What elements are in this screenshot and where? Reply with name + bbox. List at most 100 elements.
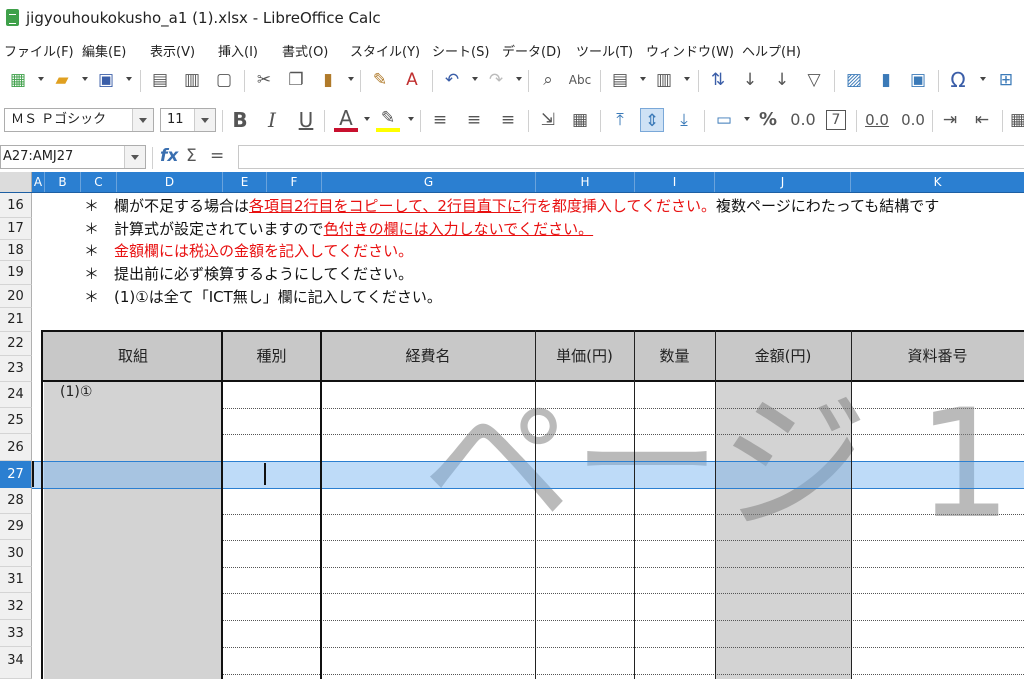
row-header-29[interactable]: 29 [0,514,32,540]
menu-styles[interactable]: スタイル(Y) [350,41,420,60]
add-decimal-button[interactable]: 0.0 [862,108,892,132]
row-header-32[interactable]: 32 [0,593,32,620]
align-left-icon[interactable]: ≡ [428,108,452,132]
redo-dropdown-icon[interactable] [516,77,522,81]
menu-format[interactable]: 書式(O) [282,41,328,60]
column-header-h[interactable]: H [536,172,635,192]
menu-window[interactable]: ウィンドウ(W) [646,41,734,60]
redo-icon[interactable]: ↷ [484,68,508,92]
date-format-button[interactable]: 7 [826,110,846,130]
column-icon[interactable]: ▥ [652,68,676,92]
select-all-corner[interactable] [0,172,32,192]
clear-formatting-icon[interactable]: A [400,68,424,92]
image-icon[interactable]: ▨ [842,68,866,92]
font-name-dropdown-icon[interactable] [132,109,153,131]
highlight-dropdown-icon[interactable] [408,117,414,121]
column-header-a[interactable]: A [32,172,45,192]
sort-icon[interactable]: ⇅ [706,68,730,92]
currency-dropdown-icon[interactable] [744,117,750,121]
sort-descending-icon[interactable]: ↓ [770,68,794,92]
open-dropdown-icon[interactable] [82,77,88,81]
highlight-icon[interactable]: ✎ [376,108,400,132]
italic-icon[interactable]: I [260,108,284,132]
align-right-icon[interactable]: ≡ [496,108,520,132]
name-box-dropdown-icon[interactable] [124,146,145,168]
print-preview-icon[interactable]: ▢ [212,68,236,92]
column-header-j[interactable]: J [715,172,851,192]
column-header-c[interactable]: C [81,172,117,192]
row-header-33[interactable]: 33 [0,620,32,647]
row-header-18[interactable]: 18 [0,240,32,261]
name-box[interactable]: A27:AMJ27 [0,145,146,169]
row-header-27[interactable]: 27 [0,461,32,488]
formula-icon[interactable]: = [210,146,224,166]
pivot-table-icon[interactable]: ▣ [906,68,930,92]
merge-cells-icon[interactable]: ▦ [568,108,592,132]
new-dropdown-icon[interactable] [38,77,44,81]
row-icon[interactable]: ▤ [608,68,632,92]
column-header-g[interactable]: G [322,172,536,192]
autofilter-icon[interactable]: ▽ [802,68,826,92]
row-header-31[interactable]: 31 [0,567,32,593]
column-header-e[interactable]: E [223,172,267,192]
cut-icon[interactable]: ✂ [252,68,276,92]
save-dropdown-icon[interactable] [126,77,132,81]
paste-dropdown-icon[interactable] [348,77,354,81]
find-replace-icon[interactable]: ⌕ [536,68,560,92]
special-character-dropdown-icon[interactable] [980,77,986,81]
align-center-icon[interactable]: ≡ [462,108,486,132]
row-header-30[interactable]: 30 [0,540,32,567]
row-header-19[interactable]: 19 [0,261,32,285]
column-header-b[interactable]: B [45,172,81,192]
row-header-17[interactable]: 17 [0,218,32,240]
menu-sheet[interactable]: シート(S) [432,41,489,60]
chart-icon[interactable]: ▮ [874,68,898,92]
open-icon[interactable]: ▰ [50,68,74,92]
new-icon[interactable]: ▦ [6,68,30,92]
torikumi-cell-1-1[interactable]: (1)① [60,384,92,400]
spelling-icon[interactable]: Abc [568,68,592,92]
menu-edit[interactable]: 編集(E) [82,41,126,60]
row-header-25[interactable]: 25 [0,408,32,434]
menu-insert[interactable]: 挿入(I) [218,41,258,60]
function-wizard-icon[interactable]: fx [160,146,178,166]
menu-view[interactable]: 表示(V) [150,41,195,60]
currency-format-icon[interactable]: ▭ [712,108,736,132]
menu-data[interactable]: データ(D) [502,41,561,60]
decrease-indent-icon[interactable]: ⇤ [970,108,994,132]
sum-icon[interactable]: Σ [186,146,197,166]
percent-format-button[interactable]: % [756,108,780,132]
paste-icon[interactable]: ▮ [316,68,340,92]
increase-indent-icon[interactable]: ⇥ [938,108,962,132]
menu-help[interactable]: ヘルプ(H) [742,41,801,60]
print-icon[interactable]: ▥ [180,68,204,92]
undo-icon[interactable]: ↶ [440,68,464,92]
align-bottom-icon[interactable]: ⤓ [672,108,696,132]
decimal-format-button[interactable]: 0.0 [788,108,818,132]
row-header-26[interactable]: 26 [0,434,32,461]
center-vertically-icon[interactable]: ⇕ [640,108,664,132]
sort-ascending-icon[interactable]: ↓ [738,68,762,92]
font-size-dropdown-icon[interactable] [194,109,215,131]
clone-formatting-icon[interactable]: ✎ [368,68,392,92]
row-header-21[interactable]: 21 [0,308,32,332]
remove-decimal-button[interactable]: 0.0 [898,108,928,132]
menu-tools[interactable]: ツール(T) [576,41,633,60]
bold-icon[interactable]: B [228,108,252,132]
underline-icon[interactable]: U [294,108,318,132]
row-header-16[interactable]: 16 [0,193,32,218]
font-name-box[interactable]: ＭＳ Ｐゴシック [4,108,154,132]
row-header-23[interactable]: 23 [0,356,32,382]
font-size-box[interactable]: 11 [160,108,216,132]
export-pdf-icon[interactable]: ▤ [148,68,172,92]
save-icon[interactable]: ▣ [94,68,118,92]
row-header-28[interactable]: 28 [0,488,32,514]
undo-dropdown-icon[interactable] [472,77,478,81]
align-top-icon[interactable]: ⤒ [608,108,632,132]
menu-file[interactable]: ファイル(F) [4,41,74,60]
column-header-f[interactable]: F [267,172,322,192]
wrap-text-icon[interactable]: ⇲ [536,108,560,132]
row-dropdown-icon[interactable] [640,77,646,81]
column-dropdown-icon[interactable] [684,77,690,81]
column-header-i[interactable]: I [635,172,715,192]
